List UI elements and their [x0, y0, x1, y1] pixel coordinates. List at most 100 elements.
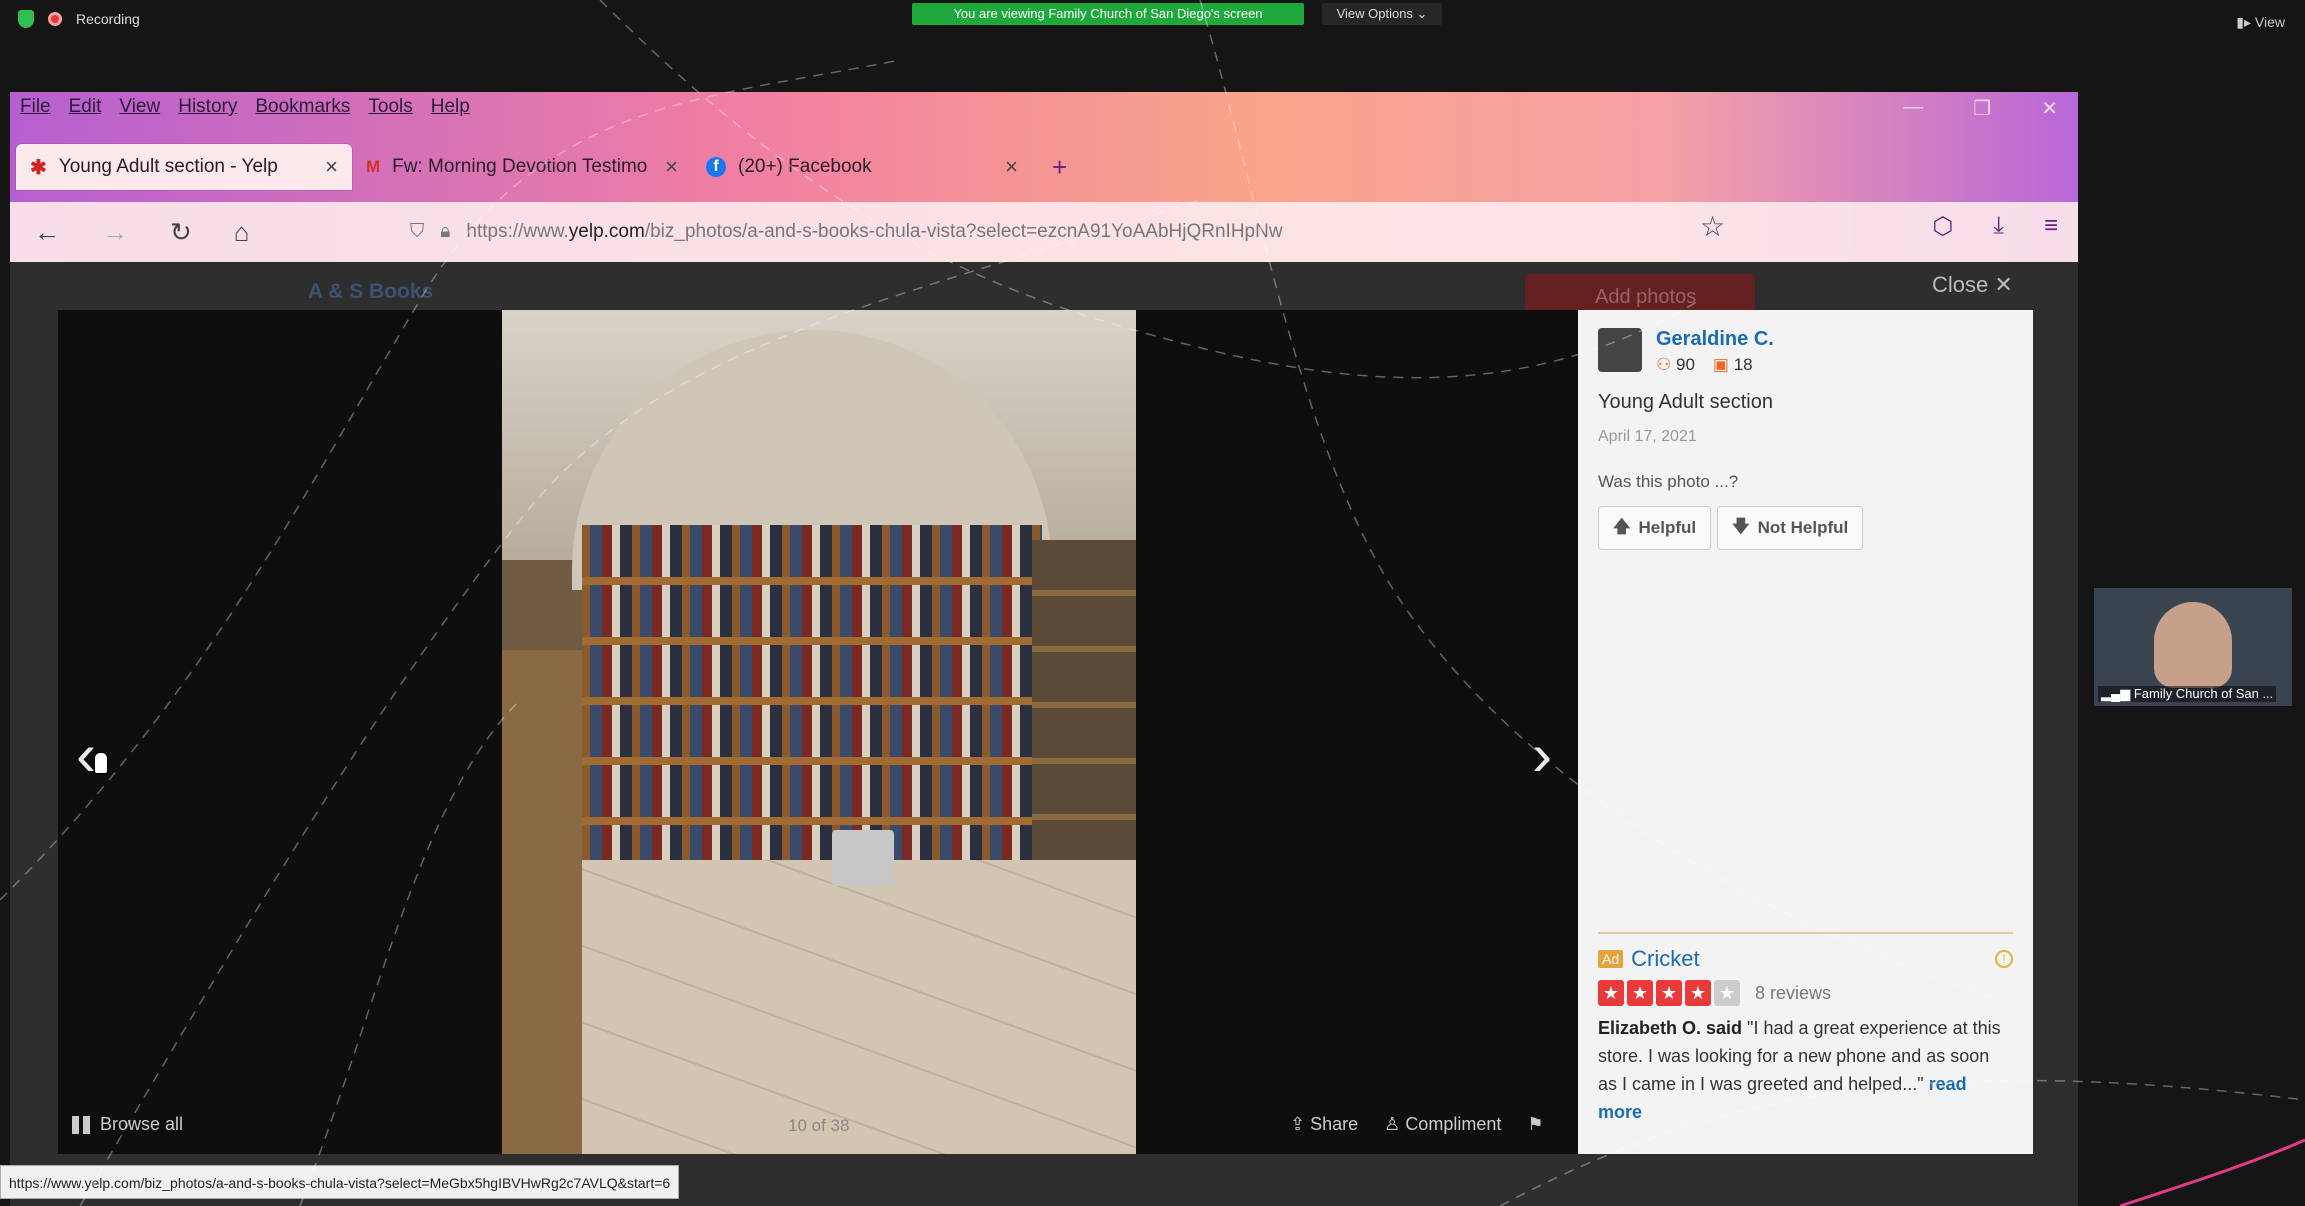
- ad-box: Ad Cricket ! ★ ★ ★ ★ ★ 8 reviews Elizabe…: [1598, 932, 2013, 1126]
- ad-header: Ad Cricket !: [1598, 946, 2013, 972]
- tab-gmail[interactable]: M Fw: Morning Devotion Testimo ×: [352, 144, 692, 190]
- toolbar-icons: ⬡ ⤓ ≡: [1932, 212, 2058, 241]
- browser-window: File Edit View History Bookmarks Tools H…: [10, 92, 2078, 1206]
- ad-review-snippet: Elizabeth O. said "I had a great experie…: [1598, 1014, 2013, 1126]
- tab-close-icon[interactable]: ×: [665, 154, 678, 180]
- hamburger-menu-icon[interactable]: ≡: [2044, 212, 2058, 241]
- recording-label: Recording: [76, 11, 140, 27]
- photo-date: April 17, 2021: [1598, 428, 1697, 445]
- user-name[interactable]: Geraldine C.: [1656, 328, 1774, 351]
- photo-counter: 10 of 38: [788, 1116, 850, 1135]
- zoom-window: Recording You are viewing Family Church …: [0, 0, 2305, 1206]
- tab-strip: ✱ Young Adult section - Yelp × M Fw: Mor…: [16, 144, 1067, 190]
- security-shield-icon[interactable]: [18, 10, 34, 28]
- menu-edit[interactable]: Edit: [69, 96, 102, 118]
- photo-bookshelves: [582, 525, 1042, 865]
- friends-icon: ⚇: [1656, 355, 1672, 374]
- browse-all-label: Browse all: [100, 1114, 184, 1134]
- menu-help[interactable]: Help: [431, 96, 470, 118]
- restore-icon[interactable]: ❐: [1973, 96, 1991, 121]
- photo-floor: [542, 860, 1136, 1154]
- zoom-view-button[interactable]: ▮▸ View: [2236, 14, 2285, 31]
- reviews-count: 18: [1733, 355, 1753, 374]
- helpful-label: Helpful: [1638, 518, 1697, 537]
- download-icon[interactable]: ⤓: [1993, 212, 2004, 241]
- window-controls: — ❐ ✕: [1903, 96, 2058, 121]
- close-icon: ✕: [1994, 272, 2013, 297]
- back-arrow-icon[interactable]: ←: [34, 217, 60, 248]
- avatar[interactable]: [1598, 328, 1642, 372]
- tab-facebook[interactable]: f (20+) Facebook ×: [692, 144, 1032, 190]
- star-empty-icon: ★: [1714, 980, 1740, 1006]
- star-rating: ★ ★ ★ ★ ★ 8 reviews: [1598, 980, 2013, 1006]
- recording-indicator: Recording: [18, 10, 140, 28]
- compliment-label: Compliment: [1405, 1114, 1502, 1134]
- view-options-button[interactable]: View Options ⌄: [1322, 3, 1442, 25]
- tracking-shield-icon[interactable]: ⛉: [410, 221, 424, 243]
- pocket-icon[interactable]: ⬡: [1932, 212, 1953, 241]
- home-icon[interactable]: ⌂: [234, 217, 250, 248]
- reviewer-name: Elizabeth O. said: [1598, 1018, 1743, 1038]
- tab-close-icon[interactable]: ×: [325, 154, 338, 180]
- ad-business-name[interactable]: Cricket: [1631, 946, 1699, 972]
- not-helpful-button[interactable]: 🡇 Not Helpful: [1717, 506, 1864, 550]
- not-helpful-label: Not Helpful: [1757, 518, 1849, 537]
- close-label: Close: [1932, 272, 1989, 297]
- business-name[interactable]: A & S Books: [308, 280, 433, 304]
- arrow-up-icon: 🡅: [1613, 516, 1631, 536]
- share-icon: ⇪: [1290, 1114, 1306, 1134]
- helpful-button[interactable]: 🡅 Helpful: [1598, 506, 1712, 550]
- reviews-icon: ▣: [1712, 355, 1729, 374]
- minimize-icon[interactable]: —: [1903, 96, 1923, 121]
- url-bar[interactable]: ⛉ 🔒︎ https://www.yelp.com/biz_photos/a-a…: [410, 210, 1740, 254]
- share-button[interactable]: ⇪ Share: [1290, 1114, 1358, 1135]
- menu-view[interactable]: View: [119, 96, 160, 118]
- report-flag-icon[interactable]: ⚑: [1527, 1114, 1543, 1135]
- recording-dot-icon: [48, 12, 62, 26]
- user-stats: ⚇ 90 ▣ 18: [1656, 355, 1774, 375]
- previous-photo-icon[interactable]: ‹: [76, 720, 96, 789]
- tab-close-icon[interactable]: ×: [1005, 154, 1018, 180]
- bookmark-star-icon[interactable]: ☆: [1700, 210, 1725, 243]
- close-button[interactable]: Close ✕: [1932, 272, 2013, 298]
- menu-bar: File Edit View History Bookmarks Tools H…: [20, 96, 470, 118]
- browse-all-button[interactable]: Browse all: [72, 1114, 183, 1135]
- gmail-icon: M: [366, 157, 381, 176]
- compliment-button[interactable]: ♙ Compliment: [1384, 1114, 1501, 1135]
- url-text[interactable]: https://www.yelp.com/biz_photos/a-and-s-…: [466, 221, 1282, 243]
- menu-file[interactable]: File: [20, 96, 51, 118]
- url-host: yelp.com: [568, 221, 645, 242]
- forward-arrow-icon[interactable]: →: [102, 217, 128, 248]
- tab-label: Fw: Morning Devotion Testimo: [392, 156, 648, 177]
- facebook-icon: f: [706, 157, 726, 177]
- reload-icon[interactable]: ↻: [170, 217, 192, 248]
- ad-tag: Ad: [1598, 950, 1624, 968]
- navigation-bar: ← → ↻ ⌂ ⛉ 🔒︎ https://www.yelp.com/biz_ph…: [10, 202, 2078, 262]
- close-window-icon[interactable]: ✕: [2041, 96, 2058, 121]
- photo-caption: Young Adult section: [1598, 391, 1773, 413]
- tab-yelp[interactable]: ✱ Young Adult section - Yelp ×: [16, 144, 352, 190]
- star-icon: ★: [1627, 980, 1653, 1006]
- star-icon: ★: [1685, 980, 1711, 1006]
- info-icon[interactable]: !: [1995, 950, 2013, 968]
- tab-label: (20+) Facebook: [738, 156, 872, 177]
- new-tab-icon[interactable]: +: [1052, 152, 1067, 183]
- ad-review-count: 8 reviews: [1755, 982, 1832, 1003]
- nav-buttons: ← → ↻ ⌂: [34, 217, 250, 248]
- next-photo-icon[interactable]: ›: [1532, 720, 1552, 789]
- photo-author: Geraldine C. ⚇ 90 ▣ 18: [1598, 328, 2013, 375]
- photo-actions: ⇪ Share ♙ Compliment ⚑: [1290, 1114, 1543, 1135]
- lock-icon[interactable]: 🔒︎: [440, 221, 450, 243]
- arrow-down-icon: 🡇: [1732, 516, 1750, 536]
- photo-frame: ‹ › Browse all 10 of 38 ⇪ Share ♙ Compli…: [58, 310, 1578, 1154]
- yelp-photo-viewer: A & S Books Add photos Close ✕ ‹ › Brows…: [10, 262, 2078, 1206]
- star-icon: ★: [1598, 980, 1624, 1006]
- vote-buttons: 🡅 Helpful 🡇 Not Helpful: [1598, 506, 2013, 550]
- menu-tools[interactable]: Tools: [368, 96, 412, 118]
- url-path: /biz_photos/a-and-s-books-chula-vista?se…: [644, 221, 1283, 242]
- menu-bookmarks[interactable]: Bookmarks: [255, 96, 350, 118]
- participant-video-tile[interactable]: ▂▄▆ Family Church of San ...: [2094, 588, 2292, 706]
- url-prefix: https://www.: [466, 221, 569, 242]
- photo-stool: [832, 830, 894, 886]
- menu-history[interactable]: History: [178, 96, 237, 118]
